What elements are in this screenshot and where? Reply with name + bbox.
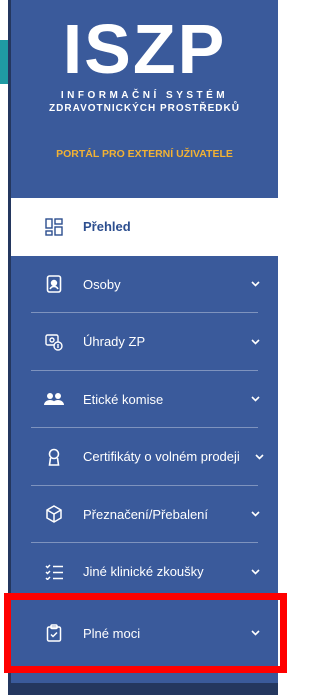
logo-subtitle-1: INFORMAČNÍ SYSTÉM: [60, 90, 229, 101]
dashboard-icon: [44, 217, 64, 237]
chevron-down-icon[interactable]: [250, 567, 260, 577]
brand: ISZP INFORMAČNÍ SYSTÉM ZDRAVOTNICKÝCH PR…: [11, 14, 278, 114]
sidebar-menu: Přehled Osoby Úhrady ZP Etické komise Ce…: [11, 198, 278, 662]
chevron-down-icon[interactable]: [250, 337, 260, 347]
sidebar-item-label: Osoby: [83, 276, 121, 292]
sidebar-item-label: Přeznačení/Přebalení: [83, 506, 209, 522]
chevron-down-icon[interactable]: [250, 509, 260, 519]
portal-title: PORTÁL PRO EXTERNÍ UŽIVATELE: [56, 148, 233, 160]
page-background-right: [278, 0, 291, 695]
sidebar-item-label: Etické komise: [83, 391, 164, 407]
sidebar-item-plne-moci[interactable]: Plné moci: [11, 605, 278, 663]
chevron-down-icon[interactable]: [250, 279, 260, 289]
sidebar-bottom-bar: [8, 683, 278, 695]
logo-subtitle-2: ZDRAVOTNICKÝCH PROSTŘEDKŮ: [49, 103, 240, 114]
sidebar-item-osoby[interactable]: Osoby: [11, 256, 278, 313]
sidebar-item-uhrady-zp[interactable]: Úhrady ZP: [11, 313, 278, 371]
person-card-icon: [44, 274, 64, 294]
sidebar-item-preznaceni[interactable]: Přeznačení/Přebalení: [11, 486, 278, 543]
payment-icon: [44, 332, 64, 352]
logo[interactable]: ISZP: [11, 14, 278, 84]
page-background: [0, 0, 8, 695]
chevron-down-icon[interactable]: [250, 394, 260, 404]
chevron-down-icon[interactable]: [250, 628, 260, 638]
box-icon: [44, 504, 64, 524]
sidebar-item-label: Jiné klinické zkoušky: [83, 564, 204, 580]
sidebar-item-prehled[interactable]: Přehled: [11, 198, 278, 256]
sidebar: ISZP INFORMAČNÍ SYSTÉM ZDRAVOTNICKÝCH PR…: [8, 0, 278, 695]
group-icon: [44, 389, 64, 409]
sidebar-item-label: Certifikáty o volném prodeji: [83, 449, 240, 465]
sidebar-item-label: Úhrady ZP: [83, 334, 146, 350]
sidebar-item-label: Přehled: [83, 219, 131, 235]
checklist-icon: [44, 562, 64, 582]
chevron-down-icon[interactable]: [254, 452, 264, 462]
sidebar-item-eticke-komise[interactable]: Etické komise: [11, 371, 278, 428]
sidebar-item-label: Plné moci: [83, 625, 141, 641]
clipboard-icon: [44, 623, 64, 643]
certificate-icon: [44, 447, 64, 467]
sidebar-item-jine-klinicke-zkousky[interactable]: Jiné klinické zkoušky: [11, 543, 278, 601]
sidebar-item-certifikaty[interactable]: Certifikáty o volném prodeji: [11, 428, 278, 486]
